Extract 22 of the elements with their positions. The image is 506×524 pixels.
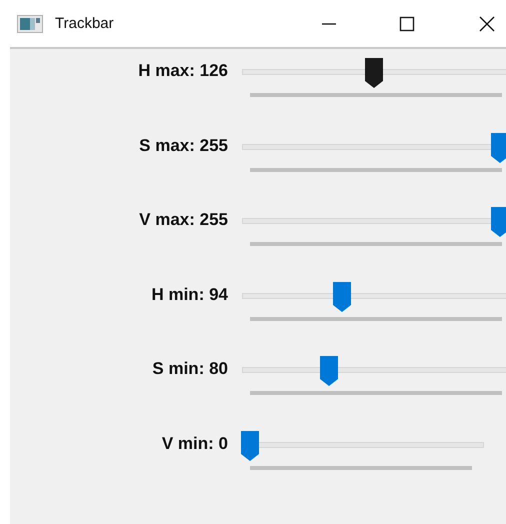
trackbar-label: V min: 0 — [160, 434, 228, 454]
maximize-icon[interactable] — [399, 16, 415, 32]
slider-thumb[interactable] — [491, 132, 506, 162]
trackbar-label: S max: 255 — [138, 136, 228, 156]
trackbar-label: V max: 255 — [138, 210, 228, 230]
slider-thumb[interactable] — [241, 430, 259, 460]
close-icon[interactable] — [479, 16, 495, 32]
slider[interactable] — [242, 132, 506, 162]
trackbar-label: H min: 94 — [150, 284, 228, 304]
slider-thumb[interactable] — [364, 58, 382, 88]
slider[interactable] — [242, 207, 506, 237]
slider[interactable] — [242, 430, 484, 460]
trackbar-label: H max: 126 — [137, 61, 228, 81]
window-icon — [17, 14, 43, 32]
slider[interactable] — [242, 282, 506, 312]
slider[interactable] — [242, 58, 506, 88]
slider-thumb[interactable] — [333, 282, 352, 312]
slider-thumb[interactable] — [491, 207, 506, 237]
slider[interactable] — [242, 356, 506, 386]
trackbar-label: S min: 80 — [151, 359, 228, 379]
slider-thumb[interactable] — [320, 356, 338, 386]
window-title: Trackbar — [55, 15, 114, 32]
